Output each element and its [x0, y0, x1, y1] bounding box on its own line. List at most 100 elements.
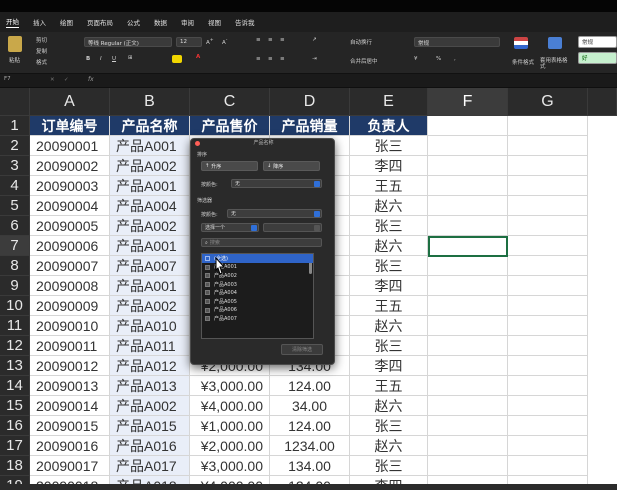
orientation-icon[interactable]: ↗ [312, 37, 317, 43]
table-cell[interactable]: 产品A012 [110, 356, 190, 376]
empty-cell[interactable] [428, 116, 508, 136]
ribbon-tab-2[interactable]: 绘图 [60, 17, 73, 27]
table-cell[interactable]: ¥2,000.00 [190, 436, 270, 456]
ribbon-tab-0[interactable]: 开始 [6, 16, 19, 28]
empty-cell[interactable] [428, 356, 508, 376]
empty-cell[interactable] [508, 276, 588, 296]
style-good[interactable]: 好 [578, 52, 617, 64]
filter-value-input[interactable] [263, 223, 322, 232]
align-middle-icon[interactable]: ≡ [268, 37, 273, 43]
table-cell[interactable]: 产品A007 [110, 256, 190, 276]
table-cell[interactable]: 20090010 [30, 316, 110, 336]
table-cell[interactable]: 李四 [350, 156, 428, 176]
checkbox-icon[interactable] [205, 307, 210, 313]
table-cell[interactable]: 20090014 [30, 396, 110, 416]
checkbox-icon[interactable] [205, 290, 210, 296]
row-header-7[interactable]: 7 [0, 236, 30, 256]
empty-cell[interactable] [428, 196, 508, 216]
empty-cell[interactable] [428, 376, 508, 396]
empty-cell[interactable] [428, 396, 508, 416]
checkbox-icon[interactable] [205, 298, 210, 304]
empty-cell[interactable] [508, 396, 588, 416]
table-format-button[interactable]: 套用表格格式 [540, 58, 572, 70]
table-cell[interactable]: 产品A004 [110, 196, 190, 216]
table-cell[interactable]: 产品A001 [110, 276, 190, 296]
table-cell[interactable]: 20090001 [30, 136, 110, 156]
table-cell[interactable]: 20090002 [30, 156, 110, 176]
empty-cell[interactable] [428, 316, 508, 336]
align-bottom-icon[interactable]: ≡ [280, 37, 285, 43]
table-cell[interactable]: 李四 [350, 356, 428, 376]
row-header-15[interactable]: 15 [0, 396, 30, 416]
row-header-11[interactable]: 11 [0, 316, 30, 336]
column-header-partial[interactable] [588, 88, 617, 116]
italic-button[interactable]: I [100, 56, 102, 62]
filter-list-item[interactable]: 产品A007 [202, 314, 313, 323]
empty-cell[interactable] [428, 456, 508, 476]
table-cell[interactable]: 张三 [350, 456, 428, 476]
empty-cell[interactable] [508, 376, 588, 396]
bold-button[interactable]: B [86, 56, 90, 62]
align-left-icon[interactable]: ≡ [256, 56, 261, 62]
empty-cell[interactable] [508, 256, 588, 276]
column-header-b[interactable]: B [110, 88, 190, 116]
empty-cell[interactable] [428, 296, 508, 316]
conditional-format-button[interactable]: 条件格式 [512, 58, 534, 66]
table-cell[interactable]: 20090008 [30, 276, 110, 296]
table-header-cell[interactable]: 产品销量 [270, 116, 350, 136]
column-header-e[interactable]: E [350, 88, 428, 116]
table-cell[interactable]: 产品A002 [110, 296, 190, 316]
row-header-3[interactable]: 3 [0, 156, 30, 176]
table-cell[interactable]: 产品A001 [110, 176, 190, 196]
empty-cell[interactable] [508, 156, 588, 176]
borders-icon[interactable]: ⊞ [128, 55, 133, 61]
table-cell[interactable]: 20090015 [30, 416, 110, 436]
table-cell[interactable]: 产品A017 [110, 456, 190, 476]
font-name-select[interactable]: 等线 Regular (正文) [84, 37, 172, 47]
table-format-icon[interactable] [548, 37, 562, 49]
ribbon-tab-3[interactable]: 页面布局 [87, 17, 113, 27]
empty-cell[interactable] [508, 456, 588, 476]
empty-cell[interactable] [508, 196, 588, 216]
empty-cell[interactable] [428, 276, 508, 296]
table-cell[interactable]: 20090007 [30, 256, 110, 276]
empty-cell[interactable] [508, 216, 588, 236]
checkbox-icon[interactable] [205, 264, 210, 270]
table-cell[interactable]: 王五 [350, 376, 428, 396]
table-cell[interactable]: 赵六 [350, 436, 428, 456]
filter-by-color-select[interactable]: 无 [227, 209, 322, 218]
table-cell[interactable]: 34.00 [270, 396, 350, 416]
table-cell[interactable]: 20090011 [30, 336, 110, 356]
row-header-6[interactable]: 6 [0, 216, 30, 236]
empty-cell[interactable] [428, 336, 508, 356]
sort-ascending-button[interactable]: ↑ 升序 [201, 161, 258, 171]
filter-search-input[interactable]: ⌕ 搜索 [201, 238, 322, 247]
row-header-14[interactable]: 14 [0, 376, 30, 396]
select-all-corner[interactable] [0, 88, 30, 116]
comma-icon[interactable]: , [454, 56, 456, 62]
row-header-1[interactable]: 1 [0, 116, 30, 136]
filter-list-item[interactable]: 产品A004 [202, 288, 313, 297]
table-cell[interactable]: 张三 [350, 216, 428, 236]
column-header-d[interactable]: D [270, 88, 350, 116]
row-header-13[interactable]: 13 [0, 356, 30, 376]
align-center-icon[interactable]: ≡ [268, 56, 273, 62]
font-size-select[interactable]: 12 [176, 37, 202, 47]
table-cell[interactable]: 20090004 [30, 196, 110, 216]
table-cell[interactable]: ¥3,000.00 [190, 456, 270, 476]
row-header-12[interactable]: 12 [0, 336, 30, 356]
table-header-cell[interactable]: 产品售价 [190, 116, 270, 136]
empty-cell[interactable] [508, 296, 588, 316]
wrap-text-button[interactable]: 自动换行 [350, 38, 372, 46]
column-header-f[interactable]: F [428, 88, 508, 116]
row-header-5[interactable]: 5 [0, 196, 30, 216]
fx-icon[interactable]: fx [88, 76, 94, 83]
empty-cell[interactable] [428, 216, 508, 236]
table-cell[interactable]: ¥3,000.00 [190, 376, 270, 396]
checkbox-icon[interactable] [205, 256, 210, 261]
empty-cell[interactable] [508, 176, 588, 196]
table-cell[interactable]: 产品A002 [110, 156, 190, 176]
copy-button[interactable]: 复制 [36, 47, 47, 55]
empty-cell[interactable] [428, 156, 508, 176]
table-cell[interactable]: 124.00 [270, 376, 350, 396]
